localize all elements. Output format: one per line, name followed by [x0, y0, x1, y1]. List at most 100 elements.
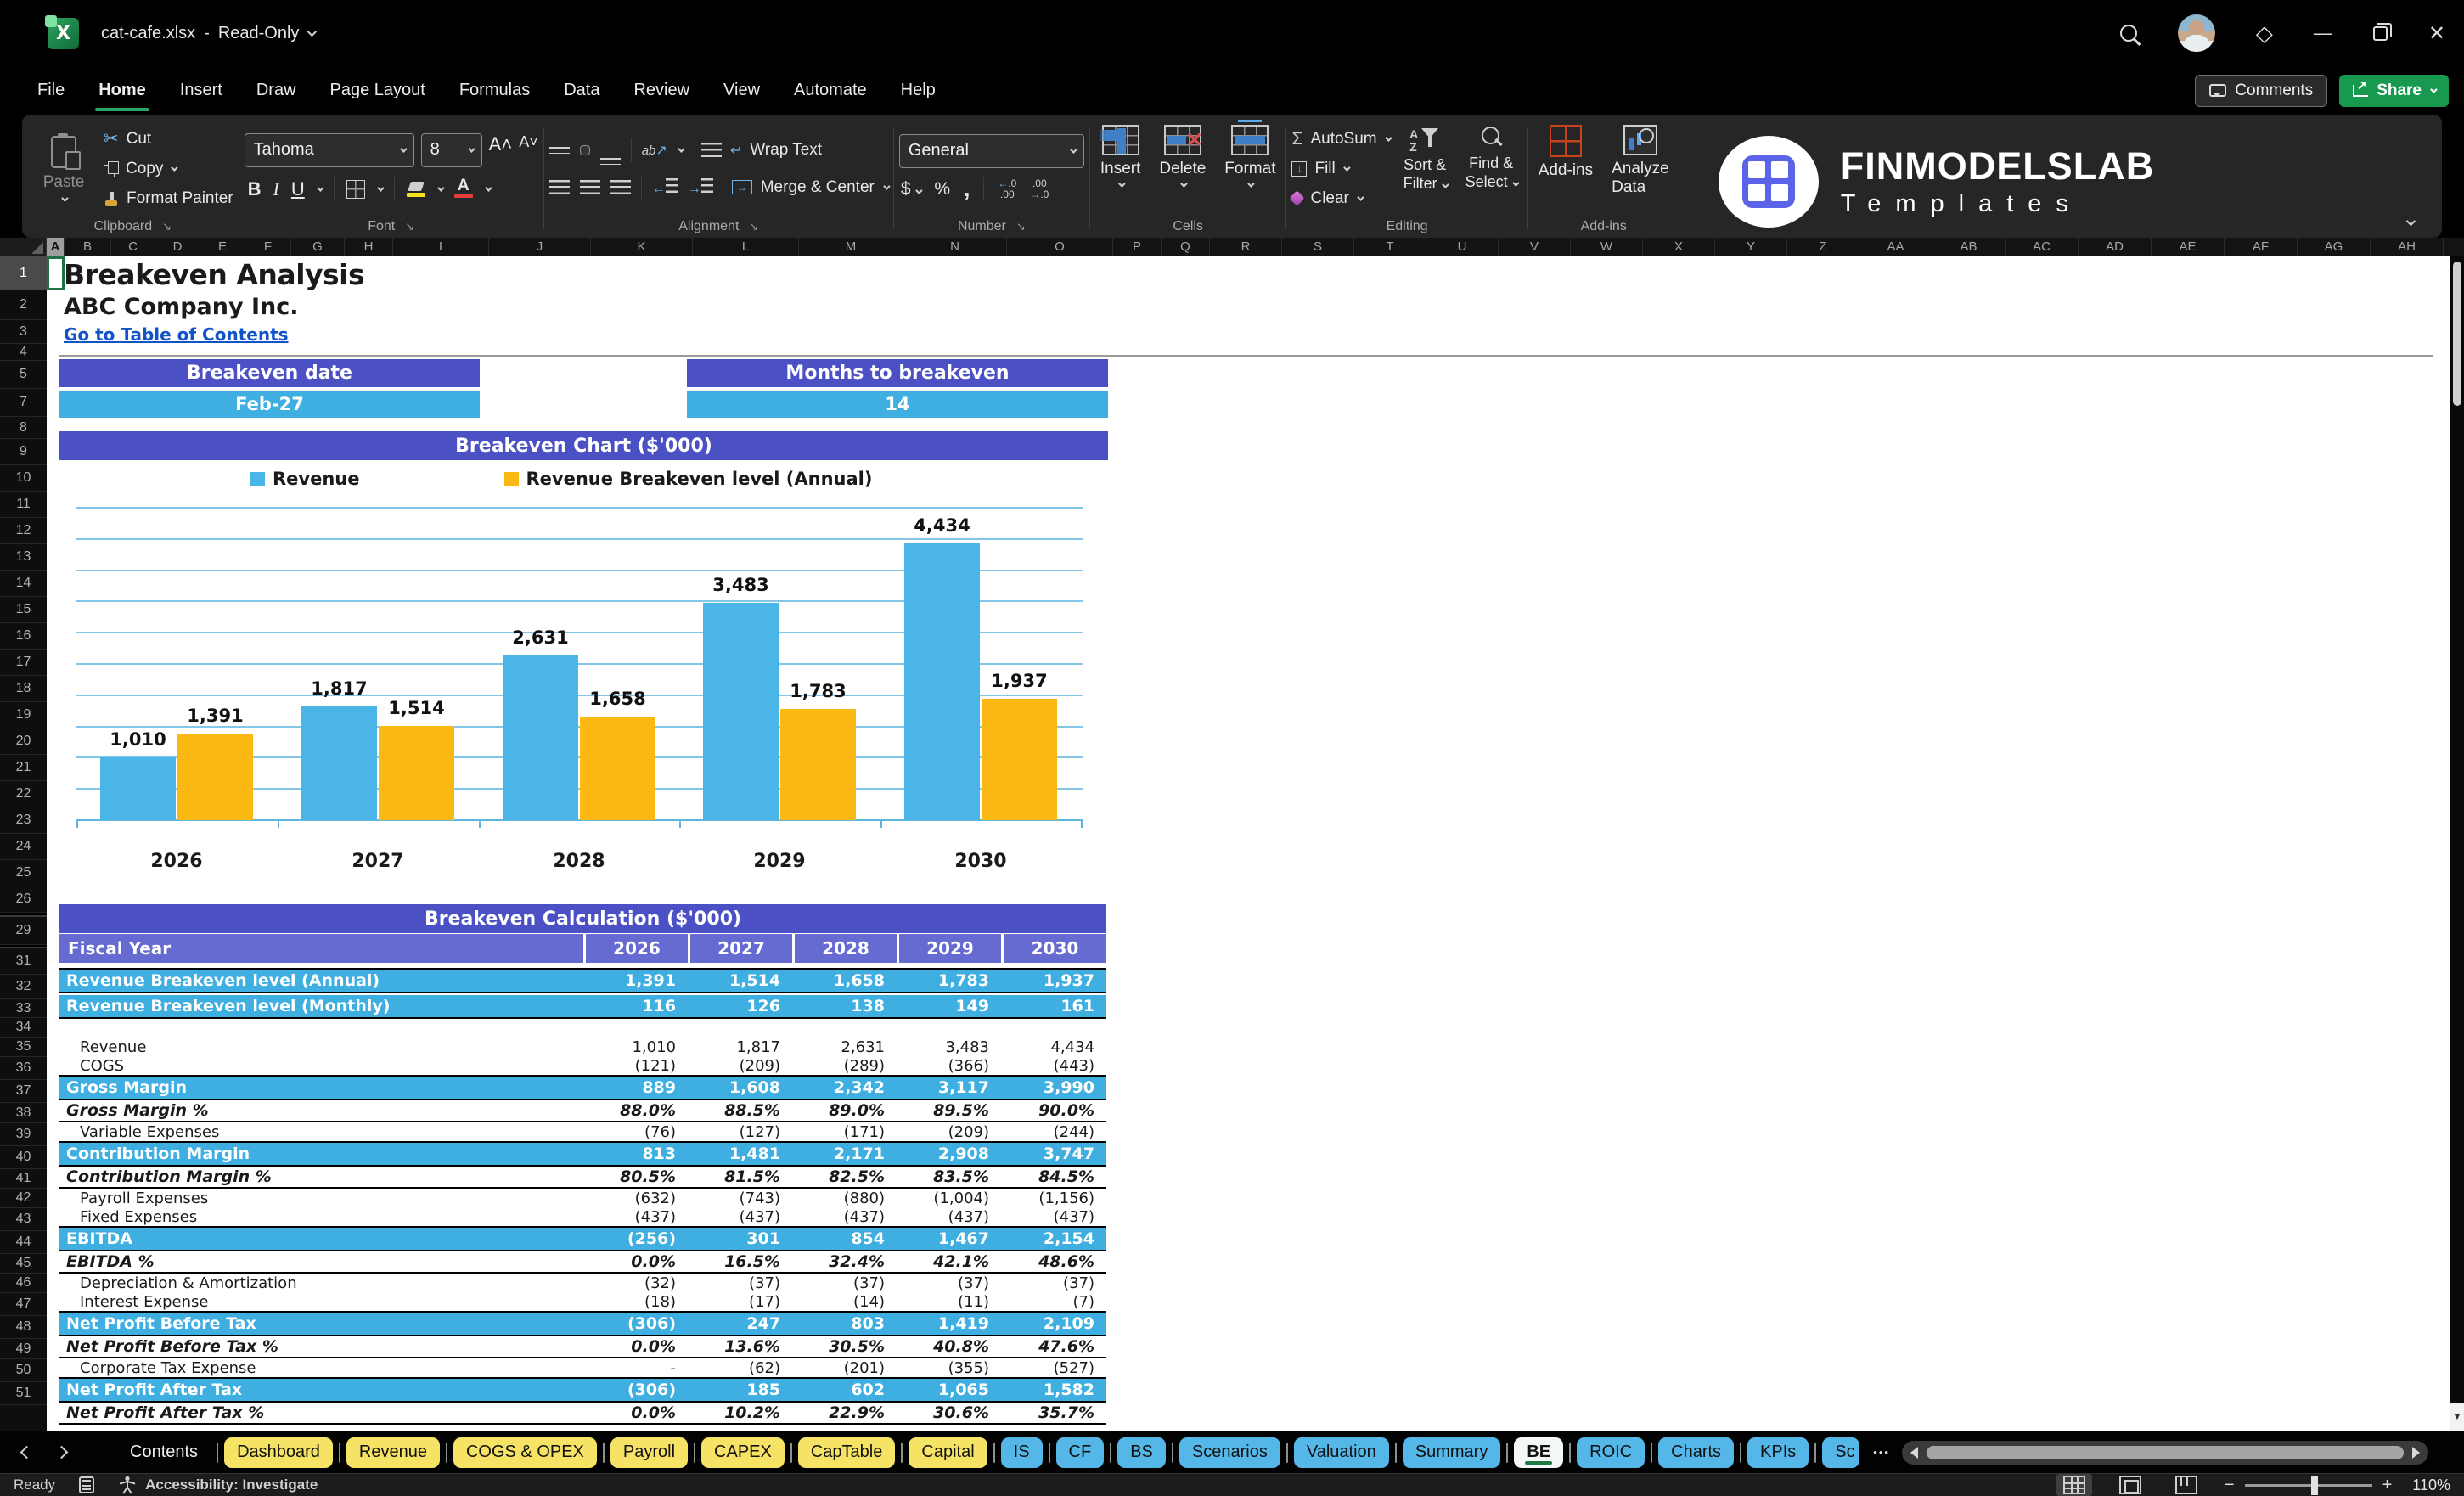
- insert-cells-button[interactable]: Insert: [1095, 121, 1146, 216]
- row-header-50[interactable]: 50: [0, 1359, 47, 1382]
- underline-button[interactable]: U: [291, 178, 305, 200]
- decrease-indent-button[interactable]: ←: [652, 177, 678, 197]
- minimize-button[interactable]: —: [2314, 22, 2332, 44]
- table-row-revenue[interactable]: Revenue 1,010 1,817 2,631 3,483 4,434: [59, 1038, 1106, 1056]
- table-row-interest-expense[interactable]: Interest Expense (18) (17) (14) (11) (7): [59, 1292, 1106, 1311]
- chart-bar-revenue-2027[interactable]: [301, 706, 377, 820]
- row-header-15[interactable]: 15: [0, 597, 47, 623]
- row-header-48[interactable]: 48: [0, 1316, 47, 1339]
- column-header-AB[interactable]: AB: [1932, 238, 2006, 256]
- chart-bar-breakeven-2030[interactable]: [982, 699, 1057, 820]
- row-header-9[interactable]: 9: [0, 439, 47, 465]
- table-row-fixed-expenses[interactable]: Fixed Expenses (437) (437) (437) (437) (437): [59, 1207, 1106, 1226]
- more-sheets-button[interactable]: •••: [1873, 1446, 1890, 1459]
- fill-color-button[interactable]: [406, 181, 425, 197]
- italic-button[interactable]: I: [273, 178, 279, 200]
- column-header-AA[interactable]: AA: [1859, 238, 1932, 256]
- chevron-down-icon[interactable]: [484, 183, 492, 192]
- table-of-contents-link[interactable]: Go to Table of Contents: [64, 324, 289, 345]
- sheet-tab-scenarios[interactable]: Scenarios: [1179, 1437, 1280, 1468]
- table-row-net-profit-after-tax[interactable]: Net Profit After Tax % 0.0% 10.2% 22.9% 30.6…: [59, 1403, 1106, 1425]
- vertical-scrollbar[interactable]: ▼: [2450, 256, 2464, 1431]
- row-header-1[interactable]: 1: [0, 256, 47, 290]
- row-header-40[interactable]: 40: [0, 1146, 47, 1169]
- row-header-19[interactable]: 19: [0, 702, 47, 728]
- scroll-down-arrow[interactable]: ▼: [2450, 1403, 2464, 1431]
- column-header-L[interactable]: L: [693, 238, 799, 256]
- sheet-tab-kpis[interactable]: KPIs: [1747, 1437, 1809, 1468]
- share-button[interactable]: Share: [2339, 74, 2449, 107]
- restore-button[interactable]: [2372, 22, 2392, 41]
- ribbon-tab-page-layout[interactable]: Page Layout: [329, 77, 427, 104]
- row-header-17[interactable]: 17: [0, 650, 47, 676]
- table-row-revenue-breakeven-level-annual[interactable]: Revenue Breakeven level (Annual) 1,391 1,5…: [59, 968, 1106, 993]
- sheet-tab-dashboard[interactable]: Dashboard: [224, 1437, 333, 1468]
- column-header-R[interactable]: R: [1210, 238, 1282, 256]
- scroll-left-arrow[interactable]: [1910, 1446, 1918, 1459]
- row-header-14[interactable]: 14: [0, 571, 47, 597]
- table-row-gross-margin[interactable]: Gross Margin 889 1,608 2,342 3,117 3,990: [59, 1075, 1106, 1100]
- column-header-G[interactable]: G: [291, 238, 345, 256]
- chevron-down-icon[interactable]: [677, 144, 685, 153]
- row-header-47[interactable]: 47: [0, 1293, 47, 1316]
- horizontal-scrollbar[interactable]: [1902, 1440, 2428, 1465]
- wrap-text-button[interactable]: ↩ Wrap Text: [700, 141, 822, 160]
- row-header-18[interactable]: 18: [0, 676, 47, 702]
- collapse-ribbon-icon[interactable]: [2405, 216, 2416, 227]
- column-header-A[interactable]: A: [47, 238, 65, 256]
- align-center-button[interactable]: [579, 180, 600, 194]
- row-header-21[interactable]: 21: [0, 755, 47, 781]
- table-row-corporate-tax-expense[interactable]: Corporate Tax Expense - (62) (201) (355) (527…: [59, 1358, 1106, 1377]
- column-header-B[interactable]: B: [65, 238, 111, 256]
- sheet-tab-cogs-opex[interactable]: COGS & OPEX: [453, 1437, 597, 1468]
- table-row-gross-margin[interactable]: Gross Margin % 88.0% 88.5% 89.0% 89.5% 90.0%: [59, 1100, 1106, 1122]
- ribbon-tab-data[interactable]: Data: [562, 77, 601, 104]
- ribbon-tab-draw[interactable]: Draw: [255, 77, 298, 104]
- prev-sheet-arrow[interactable]: [20, 1445, 34, 1459]
- row-header-39[interactable]: 39: [0, 1123, 47, 1146]
- format-painter-button[interactable]: Format Painter: [104, 188, 233, 210]
- zoom-out-button[interactable]: −: [2225, 1476, 2235, 1495]
- ribbon-tab-review[interactable]: Review: [632, 77, 691, 104]
- table-row-depreciation-amortization[interactable]: Depreciation & Amortization (32) (37) (37) (…: [59, 1274, 1106, 1292]
- number-format-select[interactable]: General: [898, 133, 1084, 168]
- row-header-46[interactable]: 46: [0, 1274, 47, 1293]
- ribbon-tab-file[interactable]: File: [36, 77, 66, 104]
- chart-bar-breakeven-2028[interactable]: [580, 717, 655, 820]
- row-header-12[interactable]: 12: [0, 518, 47, 544]
- scroll-right-arrow[interactable]: [2412, 1446, 2420, 1459]
- align-right-button[interactable]: [610, 180, 631, 194]
- sheet-tab-roic[interactable]: ROIC: [1577, 1437, 1645, 1468]
- row-header-41[interactable]: 41: [0, 1169, 47, 1189]
- column-header-H[interactable]: H: [345, 238, 393, 256]
- column-header-F[interactable]: F: [245, 238, 291, 256]
- chart-bar-revenue-2026[interactable]: [100, 757, 176, 820]
- paste-button[interactable]: Paste: [32, 121, 95, 216]
- table-row-cogs[interactable]: COGS (121) (209) (289) (366) (443): [59, 1056, 1106, 1075]
- table-row-contribution-margin[interactable]: Contribution Margin 813 1,481 2,171 2,908 3,7…: [59, 1141, 1106, 1167]
- find-select-button[interactable]: Find & Select: [1460, 121, 1522, 216]
- column-header-T[interactable]: T: [1354, 238, 1426, 256]
- next-sheet-arrow[interactable]: [54, 1445, 69, 1459]
- normal-view-button[interactable]: [2056, 1474, 2092, 1496]
- row-header-45[interactable]: 45: [0, 1254, 47, 1274]
- search-icon[interactable]: [2119, 25, 2137, 42]
- column-header-U[interactable]: U: [1426, 238, 1499, 256]
- font-size-select[interactable]: 8: [420, 132, 482, 167]
- column-header-AC[interactable]: AC: [2006, 238, 2079, 256]
- bold-button[interactable]: B: [248, 178, 262, 200]
- sheet-tab-cf[interactable]: CF: [1055, 1437, 1105, 1468]
- zoom-slider[interactable]: [2244, 1475, 2372, 1495]
- sheet-tab-capital[interactable]: Capital: [909, 1437, 987, 1468]
- delete-cells-button[interactable]: Delete: [1154, 121, 1211, 216]
- row-header-51[interactable]: 51: [0, 1382, 47, 1405]
- vertical-scroll-thumb[interactable]: [2453, 262, 2461, 406]
- sheet-tab-bs[interactable]: BS: [1117, 1437, 1166, 1468]
- column-header-N[interactable]: N: [903, 238, 1007, 256]
- table-row-net-profit-before-tax[interactable]: Net Profit Before Tax (306) 247 803 1,419 2,1…: [59, 1311, 1106, 1336]
- align-left-button[interactable]: [548, 180, 570, 194]
- sheet-tab-valuation[interactable]: Valuation: [1293, 1437, 1389, 1468]
- ribbon-tab-insert[interactable]: Insert: [178, 77, 224, 104]
- row-header-2[interactable]: 2: [0, 290, 47, 320]
- chevron-down-icon[interactable]: [436, 183, 445, 192]
